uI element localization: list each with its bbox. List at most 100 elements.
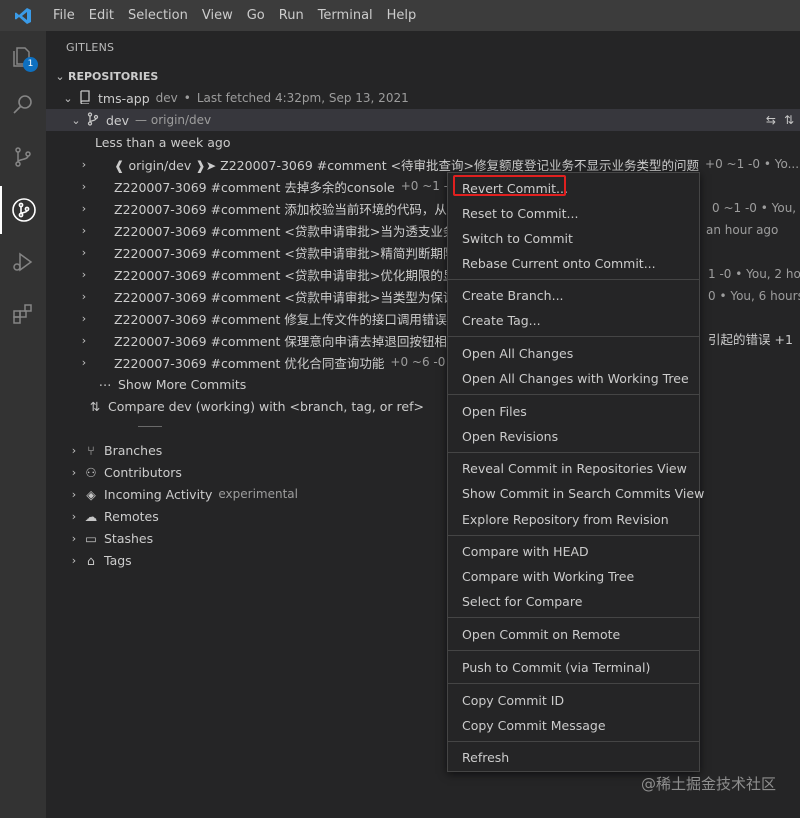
commit-message: Z220007-3069 #comment 优化合同查询功能 xyxy=(114,355,385,371)
menu-compare-head[interactable]: Compare with HEAD xyxy=(448,539,699,564)
archive-icon: ▭ xyxy=(85,530,97,546)
menu-reveal-commit[interactable]: Reveal Commit in Repositories View xyxy=(448,456,699,481)
chevron-down-icon: ⌄ xyxy=(55,69,65,83)
section-label: Tags xyxy=(104,552,132,568)
menu-go[interactable]: Go xyxy=(240,0,272,31)
menu-open-files[interactable]: Open Files xyxy=(448,399,699,424)
chevron-down-icon: ⌄ xyxy=(71,113,81,127)
menu-show-commit-search[interactable]: Show Commit in Search Commits View xyxy=(448,481,704,506)
commit-message: Z220007-3069 #comment <贷款申请审批>当为透支业务 xyxy=(114,223,456,239)
title-bar: File Edit Selection View Go Run Terminal… xyxy=(0,0,800,31)
menu-file[interactable]: File xyxy=(46,0,82,31)
menu-separator xyxy=(448,336,699,337)
menu-separator xyxy=(448,741,699,742)
commit-meta: an hour ago xyxy=(706,223,779,237)
chevron-right-icon: › xyxy=(71,553,77,567)
menu-open-all-changes-working-tree[interactable]: Open All Changes with Working Tree xyxy=(448,366,699,391)
menu-terminal[interactable]: Terminal xyxy=(311,0,380,31)
chevron-right-icon: › xyxy=(81,179,87,193)
menu-copy-commit-id[interactable]: Copy Commit ID xyxy=(448,688,699,713)
chevron-right-icon: › xyxy=(81,245,87,259)
menu-separator xyxy=(448,650,699,651)
menu-edit[interactable]: Edit xyxy=(82,0,121,31)
chevron-right-icon: › xyxy=(71,487,77,501)
repo-fetched: Last fetched 4:32pm, Sep 13, 2021 xyxy=(196,91,409,105)
sidebar-title: GITLENS xyxy=(66,41,115,54)
people-icon: ⚇ xyxy=(85,464,97,480)
chevron-right-icon: › xyxy=(81,333,87,347)
commit-meta: 引起的错误 +1 xyxy=(708,332,793,347)
chevron-right-icon: › xyxy=(81,201,87,215)
section-label: Branches xyxy=(104,442,163,458)
commit-meta: 1 -0 • You, 2 hou xyxy=(708,267,800,281)
chevron-right-icon: › xyxy=(71,443,77,457)
repo-dot: • xyxy=(183,91,191,105)
ellipsis-icon: ⋯ xyxy=(98,376,112,392)
menu-open-commit-remote[interactable]: Open Commit on Remote xyxy=(448,622,699,647)
branch-icon: ⑂ xyxy=(87,442,95,458)
menu-separator xyxy=(448,394,699,395)
run-debug-icon[interactable] xyxy=(0,238,46,286)
activity-bar: 1 xyxy=(0,31,46,818)
compare-icon[interactable]: ⇅ xyxy=(784,113,794,127)
chevron-right-icon: › xyxy=(81,311,87,325)
repo-node[interactable]: ⌄ tms-app dev • Last fetched 4:32pm, Sep… xyxy=(46,87,800,109)
repositories-section-label: REPOSITORIES xyxy=(68,69,159,83)
menu-copy-commit-message[interactable]: Copy Commit Message xyxy=(448,713,699,738)
repositories-section-header[interactable]: ⌄ REPOSITORIES xyxy=(46,65,800,87)
menu-switch-to-commit[interactable]: Switch to Commit xyxy=(448,226,699,251)
branch-node[interactable]: ⌄ dev — origin/dev ⇆ ⇅ xyxy=(46,109,800,131)
repo-branch: dev xyxy=(155,91,178,105)
commit-meta: 0 ~1 -0 • You, an xyxy=(712,201,800,215)
menu-push-to-commit[interactable]: Push to Commit (via Terminal) xyxy=(448,655,699,680)
commit-meta: 0 • You, 6 hours xyxy=(708,289,800,303)
search-icon[interactable] xyxy=(0,81,46,129)
chevron-right-icon: › xyxy=(81,267,87,281)
menu-select-for-compare[interactable]: Select for Compare xyxy=(448,589,699,614)
menu-reset-to-commit[interactable]: Reset to Commit... xyxy=(448,201,699,226)
menu-open-revisions[interactable]: Open Revisions xyxy=(448,424,699,449)
branch-upstream: — origin/dev xyxy=(135,113,212,127)
menu-create-branch[interactable]: Create Branch... xyxy=(448,283,699,308)
watermark: @稀土掘金技术社区 xyxy=(640,775,776,793)
menu-refresh[interactable]: Refresh xyxy=(448,745,699,770)
repo-icon xyxy=(76,89,94,107)
commit-message: Z220007-3069 #comment <贷款申请审批>当类型为保证 xyxy=(114,289,456,305)
menu-open-all-changes[interactable]: Open All Changes xyxy=(448,341,699,366)
menu-create-tag[interactable]: Create Tag... xyxy=(448,308,699,333)
repo-name: tms-app xyxy=(98,90,150,106)
branch-name: dev xyxy=(106,112,130,128)
chevron-right-icon: › xyxy=(81,223,87,237)
switch-icon[interactable]: ⇆ xyxy=(766,113,776,127)
chevron-right-icon: › xyxy=(71,509,77,523)
gitlens-icon[interactable] xyxy=(0,186,46,234)
commit-message: Z220007-3069 #comment 保理意向申请去掉退回按钮相 xyxy=(114,333,447,349)
commit-group-label: Less than a week ago xyxy=(95,134,231,150)
menu-run[interactable]: Run xyxy=(272,0,311,31)
commit-message: Z220007-3069 #comment 去掉多余的console xyxy=(114,179,395,195)
tag-icon: ⌂ xyxy=(87,552,95,568)
menu-rebase-onto-commit[interactable]: Rebase Current onto Commit... xyxy=(448,251,699,276)
branch-icon xyxy=(84,111,102,129)
chevron-right-icon: › xyxy=(71,531,77,545)
menu-compare-working-tree[interactable]: Compare with Working Tree xyxy=(448,564,699,589)
cloud-icon: ☁ xyxy=(84,508,98,524)
activity-icon: ◈ xyxy=(86,486,96,502)
menu-help[interactable]: Help xyxy=(380,0,424,31)
branch-actions: ⇆ ⇅ xyxy=(766,113,794,127)
commit-meta: +0 ~1 -0 • Yo... xyxy=(705,157,800,171)
commit-message: Z220007-3069 #comment <贷款申请审批>优化期限的显 xyxy=(114,267,456,283)
commit-message: ❰ origin/dev ❱➤ Z220007-3069 #comment <待… xyxy=(114,157,700,173)
section-label: Incoming Activity xyxy=(104,486,213,502)
menu-explore-repository[interactable]: Explore Repository from Revision xyxy=(448,507,699,532)
extensions-icon[interactable] xyxy=(0,290,46,338)
commit-message: Z220007-3069 #comment <贷款申请审批>精简判断期限 xyxy=(114,245,456,261)
divider xyxy=(138,426,162,427)
menu-selection[interactable]: Selection xyxy=(121,0,195,31)
menu-view[interactable]: View xyxy=(195,0,240,31)
source-control-icon[interactable] xyxy=(0,133,46,181)
revert-commit-highlight xyxy=(453,175,566,196)
menu-separator xyxy=(448,535,699,536)
explorer-icon[interactable]: 1 xyxy=(0,33,46,81)
chevron-right-icon: › xyxy=(81,157,87,171)
